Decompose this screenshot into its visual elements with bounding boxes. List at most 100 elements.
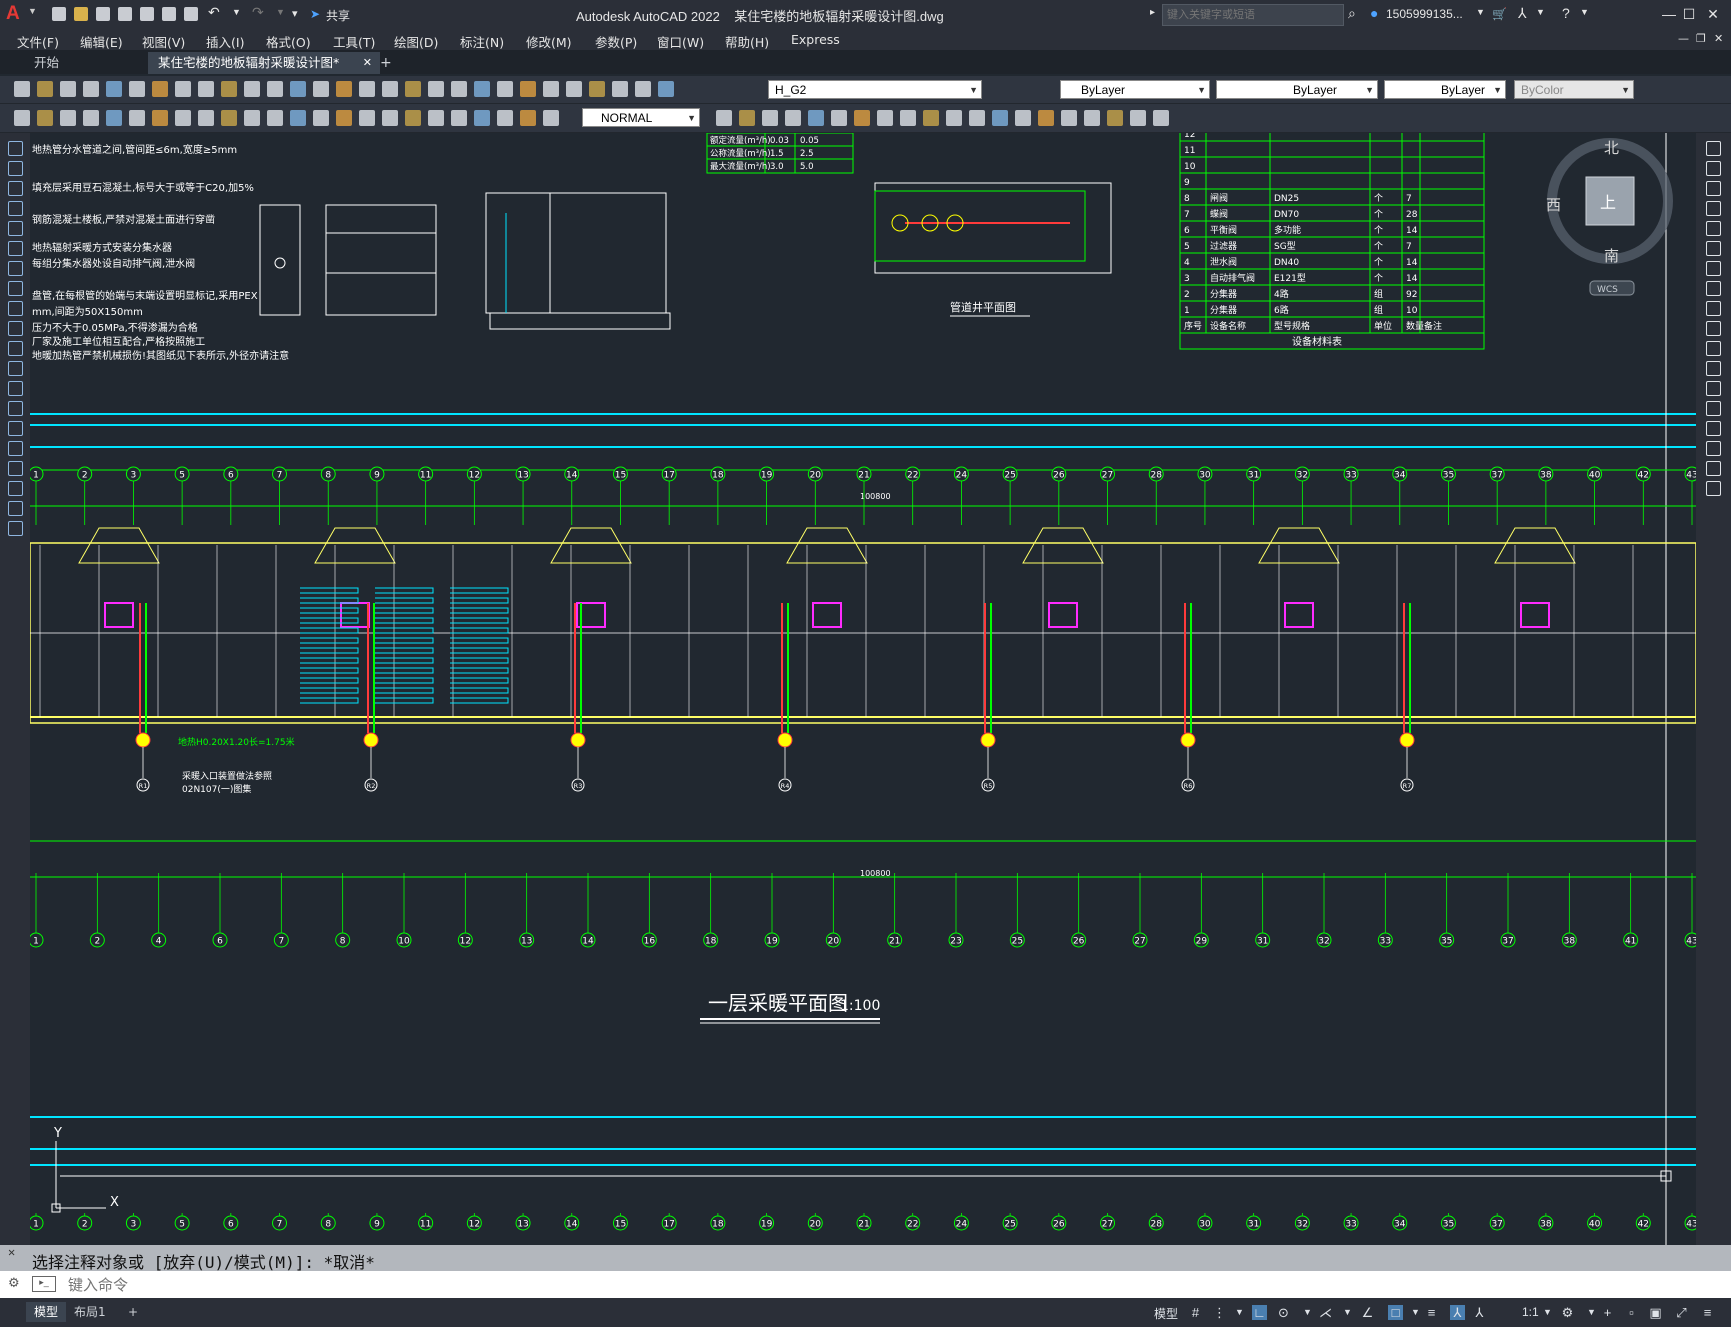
menu-view[interactable]: 视图(V)	[142, 32, 185, 51]
close-window-icon[interactable]: ✕	[1704, 5, 1722, 23]
menu-dimension[interactable]: 标注(N)	[460, 32, 504, 51]
object-snap-icon[interactable]: □	[1388, 1305, 1403, 1320]
wcs-menu[interactable]: WCS	[1597, 285, 1618, 295]
modify-tool-icon[interactable]	[1706, 141, 1721, 156]
standard-tool-icon[interactable]	[543, 81, 559, 97]
draw-tool-icon[interactable]	[8, 321, 23, 336]
modify-tool-icon[interactable]	[1706, 161, 1721, 176]
menu-insert[interactable]: 插入(I)	[206, 32, 244, 51]
standard-tool-icon[interactable]	[313, 81, 329, 97]
modify-tool-icon[interactable]	[1706, 441, 1721, 456]
standard-tool-icon[interactable]	[635, 81, 651, 97]
dim-tool-icon[interactable]	[854, 110, 870, 126]
standard-tool-icon[interactable]	[129, 81, 145, 97]
model-space-label[interactable]: 模型	[1154, 1305, 1178, 1322]
draw-tool-icon[interactable]	[405, 110, 421, 126]
tab-start[interactable]: 开始	[24, 52, 96, 74]
cmd-close-icon[interactable]: ✕	[8, 1245, 15, 1259]
new-tab-button[interactable]: +	[370, 52, 402, 74]
draw-tool-icon[interactable]	[382, 110, 398, 126]
save-as-icon[interactable]	[118, 7, 132, 21]
polar-icon[interactable]: ⊙	[1276, 1305, 1291, 1320]
dimstyle-dropdown[interactable]: NORMAL ▼	[582, 108, 700, 127]
dim-tool-icon[interactable]	[808, 110, 824, 126]
linetype-dropdown[interactable]: ByLayer ▼	[1216, 80, 1378, 99]
annotation-monitor-icon[interactable]: +	[1600, 1305, 1615, 1320]
modify-tool-icon[interactable]	[1706, 481, 1721, 496]
modify-tool-icon[interactable]	[1706, 261, 1721, 276]
dim-tool-icon[interactable]	[1061, 110, 1077, 126]
viewcube-south[interactable]: 南	[1604, 247, 1619, 265]
draw-tool-icon[interactable]	[8, 281, 23, 296]
tab-drawing[interactable]: 某住宅楼的地板辐射采暖设计图* ✕	[148, 52, 380, 74]
dim-tool-icon[interactable]	[1130, 110, 1146, 126]
grid-icon[interactable]: #	[1188, 1305, 1203, 1320]
help-icon[interactable]: ?	[1562, 5, 1570, 21]
draw-tool-icon[interactable]	[8, 521, 23, 536]
draw-tool-icon[interactable]	[543, 110, 559, 126]
dim-tool-icon[interactable]	[785, 110, 801, 126]
dim-tool-icon[interactable]	[900, 110, 916, 126]
color-dropdown[interactable]: ByLayer ▼	[1060, 80, 1210, 99]
plot-icon[interactable]	[184, 7, 198, 21]
dim-tool-icon[interactable]	[739, 110, 755, 126]
menu-parametric[interactable]: 参数(P)	[595, 32, 637, 51]
search-icon[interactable]: ⌕	[1348, 5, 1356, 22]
menu-window[interactable]: 窗口(W)	[657, 32, 704, 51]
snap-icon[interactable]: ⋮	[1212, 1305, 1227, 1320]
menu-modify[interactable]: 修改(M)	[526, 32, 572, 51]
draw-tool-icon[interactable]	[106, 110, 122, 126]
draw-tool-icon[interactable]	[428, 110, 444, 126]
standard-tool-icon[interactable]	[658, 81, 674, 97]
draw-tool-icon[interactable]	[129, 110, 145, 126]
isodraft-icon[interactable]: ⋌	[1318, 1305, 1333, 1320]
draw-tool-icon[interactable]	[8, 201, 23, 216]
draw-tool-icon[interactable]	[313, 110, 329, 126]
cmd-customize-icon[interactable]: ⚙	[8, 1275, 20, 1291]
snap-chevron-icon[interactable]: ▼	[1232, 1305, 1247, 1320]
standard-tool-icon[interactable]	[267, 81, 283, 97]
menu-express[interactable]: Express	[791, 32, 840, 47]
menu-tools[interactable]: 工具(T)	[333, 32, 375, 51]
modify-tool-icon[interactable]	[1706, 421, 1721, 436]
units-icon[interactable]: ▫	[1624, 1305, 1639, 1320]
quick-properties-icon[interactable]: ▣	[1648, 1305, 1663, 1320]
draw-tool-icon[interactable]	[8, 461, 23, 476]
osnap-tracking-icon[interactable]: ∠	[1360, 1305, 1375, 1320]
modify-tool-icon[interactable]	[1706, 241, 1721, 256]
autodesk-app-icon[interactable]: ⅄	[1518, 5, 1527, 22]
viewcube-north[interactable]: 北	[1604, 139, 1619, 157]
draw-tool-icon[interactable]	[336, 110, 352, 126]
draw-tool-icon[interactable]	[8, 441, 23, 456]
standard-tool-icon[interactable]	[497, 81, 513, 97]
standard-tool-icon[interactable]	[405, 81, 421, 97]
ortho-icon[interactable]: ∟	[1252, 1305, 1267, 1320]
viewcube-top-face[interactable]: 上	[1600, 193, 1616, 212]
standard-tool-icon[interactable]	[106, 81, 122, 97]
open-file-icon[interactable]	[74, 7, 88, 21]
standard-tool-icon[interactable]	[474, 81, 490, 97]
viewcube-west[interactable]: 西	[1546, 196, 1561, 214]
draw-tool-icon[interactable]	[198, 110, 214, 126]
draw-tool-icon[interactable]	[60, 110, 76, 126]
dim-tool-icon[interactable]	[1015, 110, 1031, 126]
draw-tool-icon[interactable]	[8, 241, 23, 256]
annotation-scale[interactable]: 1:1	[1522, 1305, 1539, 1319]
draw-tool-icon[interactable]	[8, 361, 23, 376]
save-web-icon[interactable]	[162, 7, 176, 21]
drawing-canvas[interactable]: 地热管分水管道之间,管间距≤6m,宽度≥5mm 填充层采用豆石混凝土,标号大于或…	[30, 133, 1696, 1245]
modify-tool-icon[interactable]	[1706, 201, 1721, 216]
modify-tool-icon[interactable]	[1706, 461, 1721, 476]
lineweight-icon[interactable]: ≡	[1424, 1305, 1439, 1320]
modify-tool-icon[interactable]	[1706, 361, 1721, 376]
standard-tool-icon[interactable]	[520, 81, 536, 97]
draw-tool-icon[interactable]	[8, 381, 23, 396]
doc-restore-icon[interactable]: ❐	[1696, 32, 1706, 45]
dim-tool-icon[interactable]	[969, 110, 985, 126]
standard-tool-icon[interactable]	[359, 81, 375, 97]
minimize-icon[interactable]: —	[1660, 5, 1678, 23]
dim-tool-icon[interactable]	[1153, 110, 1169, 126]
workspace-gear-icon[interactable]: ⚙	[1560, 1305, 1575, 1320]
draw-tool-icon[interactable]	[359, 110, 375, 126]
draw-tool-icon[interactable]	[8, 301, 23, 316]
